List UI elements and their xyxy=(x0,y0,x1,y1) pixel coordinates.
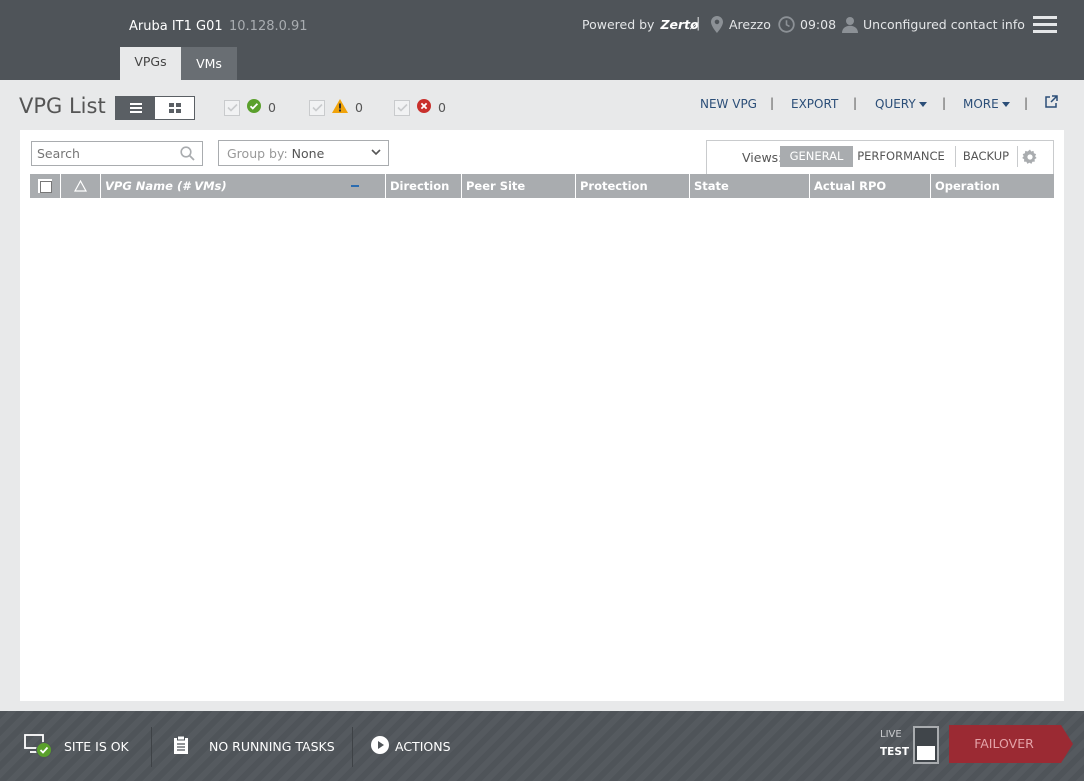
layout-toggle xyxy=(115,96,195,120)
clipboard-icon xyxy=(173,735,189,758)
actions-button[interactable]: ACTIONS xyxy=(371,711,451,781)
site-name: Aruba IT1 G01 xyxy=(129,19,223,34)
action-divider: | xyxy=(770,96,775,110)
list-view-icon[interactable] xyxy=(116,97,155,119)
column-protection-status[interactable]: Protection Status xyxy=(575,174,689,217)
play-circle-icon xyxy=(371,735,389,757)
footer-divider xyxy=(352,727,353,767)
more-dropdown[interactable]: MORE xyxy=(963,97,1010,111)
column-direction[interactable]: Direction xyxy=(385,174,461,198)
search-icon[interactable] xyxy=(180,146,195,164)
filter-warning: 0 xyxy=(309,99,363,116)
group-by-label: Group by: xyxy=(227,146,288,161)
group-by-value: None xyxy=(291,146,325,161)
chevron-down-icon xyxy=(370,146,382,161)
vpg-list-panel: Group by: None Views: GENERAL PERFORMANC… xyxy=(20,130,1064,701)
chevron-down-icon xyxy=(1001,102,1010,107)
site-status[interactable]: SITE IS OK xyxy=(24,711,129,781)
table-header: VPG Name (# VMs) Direction Peer Site Pro… xyxy=(30,174,1054,217)
header-divider: | xyxy=(696,16,701,31)
brand-logo: Zertø xyxy=(660,17,699,32)
new-vpg-link[interactable]: NEW VPG xyxy=(700,97,757,111)
view-performance[interactable]: PERFORMANCE xyxy=(857,146,945,167)
filter-error: 0 xyxy=(394,99,446,116)
action-divider: | xyxy=(942,96,947,110)
failover-button[interactable]: FAILOVER xyxy=(949,725,1073,763)
grid-view-icon[interactable] xyxy=(155,97,194,119)
query-dropdown[interactable]: QUERY xyxy=(875,97,927,111)
popout-icon[interactable] xyxy=(1045,95,1058,111)
site-ip: 10.128.0.91 xyxy=(229,19,308,34)
filter-error-checkbox[interactable] xyxy=(394,99,410,116)
view-general[interactable]: GENERAL xyxy=(780,146,853,167)
location-pin-icon xyxy=(711,16,723,36)
monitor-check-icon xyxy=(24,732,54,761)
live-label: LIVE xyxy=(880,729,902,740)
check-circle-icon xyxy=(247,99,261,116)
alert-column-header[interactable] xyxy=(60,174,100,198)
column-vpg-name[interactable]: VPG Name (# VMs) xyxy=(100,174,385,198)
filter-ok: 0 xyxy=(224,99,276,116)
more-label: MORE xyxy=(963,97,999,111)
view-backup[interactable]: BACKUP xyxy=(960,146,1012,167)
column-vpg-name-label: VPG Name (# VMs) xyxy=(105,179,227,193)
column-actual-rpo[interactable]: Actual RPO xyxy=(809,174,930,198)
filter-ok-checkbox[interactable] xyxy=(224,99,240,116)
export-link[interactable]: EXPORT xyxy=(791,97,838,111)
toggle-knob xyxy=(917,746,935,760)
powered-by-label: Powered by xyxy=(582,17,655,32)
view-divider xyxy=(1017,146,1018,167)
filter-warning-checkbox[interactable] xyxy=(309,99,325,116)
menu-icon[interactable] xyxy=(1033,16,1057,34)
ok-count: 0 xyxy=(268,100,276,115)
footer-divider xyxy=(151,727,152,767)
group-by-select[interactable]: Group by: None xyxy=(218,140,389,166)
status-footer: SITE IS OK NO RUNNING TASKS ACTIONS LIVE… xyxy=(0,711,1084,781)
tab-vpgs[interactable]: VPGs xyxy=(120,47,181,80)
test-label: TEST xyxy=(880,746,910,758)
gear-icon[interactable] xyxy=(1022,149,1038,168)
query-label: QUERY xyxy=(875,97,916,111)
column-state[interactable]: State xyxy=(689,174,809,198)
search-box xyxy=(31,141,203,166)
actions-label: ACTIONS xyxy=(395,738,451,754)
live-test-labels: LIVE TEST xyxy=(880,729,909,758)
sort-indicator-icon xyxy=(351,185,359,187)
site-status-label: SITE IS OK xyxy=(64,738,129,754)
alert-triangle-icon xyxy=(74,180,87,192)
views-switcher: Views: GENERAL PERFORMANCE BACKUP xyxy=(706,140,1054,174)
running-tasks[interactable]: NO RUNNING TASKS xyxy=(173,711,335,781)
warning-count: 0 xyxy=(355,100,363,115)
action-divider: | xyxy=(1024,96,1029,110)
action-divider: | xyxy=(853,96,858,110)
live-test-toggle[interactable] xyxy=(913,726,939,764)
failover-label: FAILOVER xyxy=(974,736,1034,751)
running-tasks-label: NO RUNNING TASKS xyxy=(209,738,335,754)
user-icon xyxy=(842,16,858,36)
tab-vms[interactable]: VMs xyxy=(181,47,237,80)
contact-info[interactable]: Unconfigured contact info xyxy=(863,17,1025,32)
site-time: 09:08 xyxy=(800,17,837,32)
chevron-down-icon xyxy=(918,102,927,107)
top-header: Aruba IT1 G01 10.128.0.91 Powered by Zer… xyxy=(0,0,1084,80)
page-title: VPG List xyxy=(19,94,106,118)
group-by-text: Group by: None xyxy=(227,146,324,161)
error-circle-icon xyxy=(417,99,431,116)
column-operation[interactable]: Operation xyxy=(930,174,1054,198)
site-location: Arezzo xyxy=(729,17,771,32)
views-label: Views: xyxy=(742,150,783,165)
view-divider xyxy=(955,146,956,167)
select-all-checkbox[interactable] xyxy=(38,179,52,193)
column-peer-site[interactable]: Peer Site xyxy=(461,174,575,198)
error-count: 0 xyxy=(438,100,446,115)
powered-by: Powered by Zertø xyxy=(582,17,699,32)
clock-icon xyxy=(778,16,795,36)
warning-icon xyxy=(332,99,348,116)
search-input[interactable] xyxy=(37,146,177,161)
